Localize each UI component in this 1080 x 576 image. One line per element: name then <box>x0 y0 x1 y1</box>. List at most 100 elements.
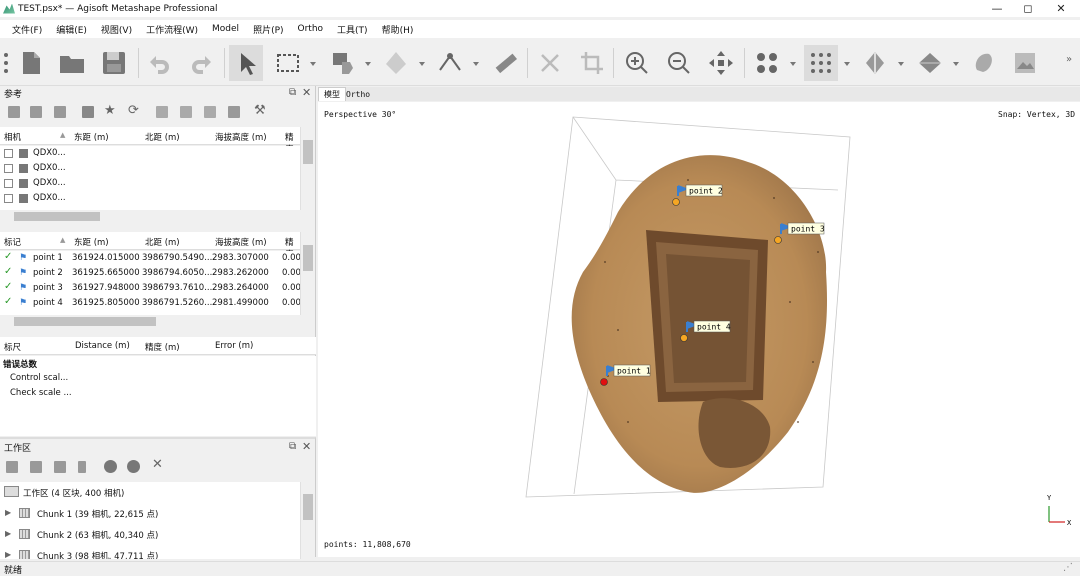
drag-handle-icon[interactable] <box>0 45 12 81</box>
menu-model[interactable]: Model <box>212 24 239 34</box>
chevron-down-icon[interactable] <box>789 60 797 68</box>
add-marker-icon[interactable] <box>78 461 86 473</box>
shape-icon[interactable] <box>379 45 413 81</box>
camera-row[interactable]: QDX0... <box>0 146 300 161</box>
chevron-down-icon[interactable] <box>472 60 480 68</box>
toolbar-overflow-icon[interactable]: » <box>1066 54 1072 65</box>
maximize-button[interactable]: ◻ <box>1011 0 1045 17</box>
point-cloud-scene[interactable]: point 2 point 3 point 4 point 1 Y X <box>318 102 1080 557</box>
import-icon[interactable] <box>8 106 20 118</box>
sort-up-icon[interactable]: ▲ <box>60 131 65 139</box>
dense-points-icon[interactable] <box>804 45 838 81</box>
remove-icon[interactable]: ✕ <box>152 457 163 472</box>
float-panel-icon[interactable]: ⧉ <box>289 441 296 452</box>
redo-icon[interactable] <box>185 45 219 81</box>
menu-help[interactable]: 帮助(H) <box>382 23 414 36</box>
camera-row[interactable]: QDX0... <box>0 176 300 191</box>
marker-row[interactable]: ✓ ⚑ point 3 361927.948000 3986793.7610..… <box>0 281 300 296</box>
tiled-model-icon[interactable] <box>858 45 892 81</box>
tab-ortho[interactable]: Ortho <box>341 87 375 101</box>
view-errors-icon[interactable] <box>204 106 216 118</box>
hand-select-icon[interactable] <box>326 45 360 81</box>
rectangle-selection-icon[interactable] <box>271 45 305 81</box>
cameras-vscroll[interactable] <box>300 127 314 210</box>
marker-row[interactable]: ✓ ⚑ point 4 361925.805000 3986791.5260..… <box>0 296 300 311</box>
close-button[interactable]: ✕ <box>1044 0 1078 17</box>
new-icon[interactable] <box>14 45 48 81</box>
refresh-icon[interactable]: ⟳ <box>128 103 139 118</box>
measure-icon[interactable] <box>433 45 467 81</box>
clear-icon[interactable] <box>54 106 66 118</box>
orthophoto-icon[interactable] <box>1008 45 1042 81</box>
chevron-down-icon[interactable] <box>952 60 960 68</box>
check-icon[interactable]: ✓ <box>4 266 12 277</box>
markers-hscroll[interactable] <box>0 315 300 328</box>
checkbox[interactable] <box>4 194 13 203</box>
cameras-hscroll[interactable] <box>0 210 300 223</box>
ruler-icon[interactable] <box>488 45 522 81</box>
close-panel-icon[interactable]: ✕ <box>302 86 311 99</box>
float-panel-icon[interactable]: ⧉ <box>289 87 296 98</box>
workspace-root[interactable]: 工作区 (4 区块, 400 相机) <box>0 485 300 500</box>
add-photos-icon[interactable] <box>30 461 42 473</box>
texture-icon[interactable] <box>967 45 1001 81</box>
calculator-icon[interactable] <box>82 106 94 118</box>
select-pointer-icon[interactable] <box>229 45 263 81</box>
checkbox[interactable] <box>4 149 13 158</box>
check-icon[interactable]: ✓ <box>4 296 12 307</box>
settings-tools-icon[interactable]: ⚒ <box>254 103 266 118</box>
scalebar-row[interactable]: Control scal... <box>0 371 316 386</box>
expand-icon[interactable]: ▶ <box>5 550 11 559</box>
save-icon[interactable] <box>97 45 131 81</box>
undo-icon[interactable] <box>142 45 176 81</box>
chunk-item[interactable]: ▶ Chunk 1 (39 相机, 22,615 点) <box>0 506 300 521</box>
view-estimated-icon[interactable] <box>180 106 192 118</box>
model-viewport[interactable]: Perspective 30° Snap: Vertex, 3D points:… <box>318 102 1080 557</box>
camera-row[interactable]: QDX0... <box>0 191 300 206</box>
menu-view[interactable]: 视图(V) <box>101 23 132 36</box>
marker-row[interactable]: ✓ ⚑ point 1 361924.015000 3986790.5490..… <box>0 251 300 266</box>
convert-icon[interactable] <box>228 106 240 118</box>
markers-vscroll[interactable] <box>300 232 314 315</box>
delete-icon[interactable] <box>533 45 567 81</box>
zoom-out-icon[interactable] <box>662 45 696 81</box>
chunk-item[interactable]: ▶ Chunk 3 (98 相机, 47,711 点) <box>0 548 300 559</box>
chevron-down-icon[interactable] <box>309 60 317 68</box>
close-panel-icon[interactable]: ✕ <box>302 440 311 453</box>
model-icon[interactable] <box>913 45 947 81</box>
sort-up-icon[interactable]: ▲ <box>60 236 65 244</box>
minimize-button[interactable]: — <box>980 0 1014 17</box>
check-icon[interactable]: ✓ <box>4 251 12 262</box>
crop-icon[interactable] <box>575 45 609 81</box>
chevron-down-icon[interactable] <box>364 60 372 68</box>
open-folder-icon[interactable] <box>55 45 89 81</box>
menu-photo[interactable]: 照片(P) <box>253 23 283 36</box>
expand-icon[interactable]: ▶ <box>5 508 11 517</box>
chevron-down-icon[interactable] <box>418 60 426 68</box>
menu-ortho[interactable]: Ortho <box>298 24 324 34</box>
camera-row[interactable]: QDX0... <box>0 161 300 176</box>
checkbox[interactable] <box>4 164 13 173</box>
disable-icon[interactable] <box>127 460 140 473</box>
add-folder-icon[interactable] <box>54 461 66 473</box>
menu-tools[interactable]: 工具(T) <box>337 23 368 36</box>
menu-workflow[interactable]: 工作流程(W) <box>146 23 198 36</box>
move-icon[interactable] <box>704 45 738 81</box>
star-icon[interactable]: ★ <box>104 103 116 118</box>
chevron-down-icon[interactable] <box>897 60 905 68</box>
marker-row[interactable]: ✓ ⚑ point 2 361925.665000 3986794.6050..… <box>0 266 300 281</box>
menu-edit[interactable]: 编辑(E) <box>56 23 87 36</box>
scalebar-row[interactable]: Check scale ... <box>0 386 316 401</box>
view-source-icon[interactable] <box>156 106 168 118</box>
workspace-vscroll[interactable] <box>300 482 314 559</box>
check-icon[interactable]: ✓ <box>4 281 12 292</box>
enable-icon[interactable] <box>104 460 117 473</box>
zoom-in-icon[interactable] <box>620 45 654 81</box>
resize-grip-icon[interactable]: ⋰ <box>1063 562 1073 573</box>
points-icon[interactable] <box>750 45 784 81</box>
menu-file[interactable]: 文件(F) <box>12 23 42 36</box>
chevron-down-icon[interactable] <box>843 60 851 68</box>
checkbox[interactable] <box>4 179 13 188</box>
chunk-item[interactable]: ▶ Chunk 2 (63 相机, 40,340 点) <box>0 527 300 542</box>
add-chunk-icon[interactable] <box>6 461 18 473</box>
